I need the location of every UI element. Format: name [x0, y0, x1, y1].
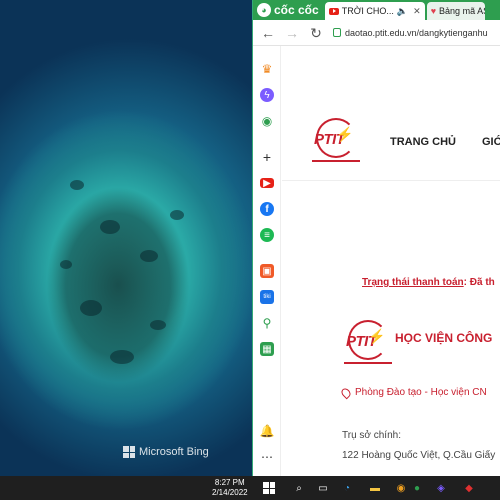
ptit-logo-small: PTIT ⚡: [342, 316, 394, 368]
microsoft-logo-icon: [123, 446, 135, 458]
url-field[interactable]: daotao.ptit.edu.vn/dangkytienganhu: [333, 28, 488, 38]
start-button[interactable]: [262, 481, 276, 495]
add-icon[interactable]: +: [260, 149, 274, 165]
close-tab-icon[interactable]: ✕: [413, 6, 421, 17]
shopping-bag-icon[interactable]: ▣: [260, 264, 274, 278]
brand-label: cốc cốc: [274, 3, 319, 17]
bing-credit: Microsoft Bing: [123, 446, 209, 458]
url-text: daotao.ptit.edu.vn/dangkytienganhu: [345, 27, 488, 38]
tab-bar: ◕ cốc cốc TRỜI CHO... 🔈 ✕ ♥ Bảng mã AS: [253, 0, 500, 20]
speaker-icon[interactable]: 🔈: [397, 6, 408, 17]
lock-icon: [333, 28, 341, 37]
clock-date: 2/14/2022: [212, 488, 248, 497]
taskbar: 8:27 PM 2/14/2022 ⌕ ▭ ◔ ▬ ◉ ● ◈ ◆: [0, 476, 500, 500]
spark-icon: ⚡: [368, 328, 386, 344]
payment-status: Trạng thái thanh toán: Đã th: [362, 277, 495, 288]
browser-sidebar: ♛ ϟ ◉ + ▶ f ≡ ▣ tiki ⚲ ▦ 🔔 ⋯: [253, 46, 281, 476]
file-explorer-icon[interactable]: ▬: [368, 481, 382, 495]
menu-item-home[interactable]: TRANG CHỦ: [390, 136, 456, 148]
office-text: Phòng Đào tạo - Học viện CN: [355, 387, 487, 398]
coccoc-taskbar-icon[interactable]: ●: [410, 481, 424, 495]
desktop-wallpaper: Microsoft Bing: [0, 0, 252, 476]
ptit-logo[interactable]: PTIT ⚡: [310, 114, 362, 166]
facebook-icon[interactable]: f: [260, 202, 274, 216]
spotify-icon[interactable]: ≡: [260, 228, 274, 242]
location-pin-icon: [339, 386, 353, 399]
address-bar: ← → ↻ daotao.ptit.edu.vn/dangkytienganhu: [253, 20, 500, 46]
site-header: PTIT ⚡ TRANG CHỦ GIỚ: [282, 46, 500, 181]
messenger-icon[interactable]: ϟ: [260, 88, 274, 102]
forward-icon[interactable]: →: [285, 20, 299, 46]
tiki-icon[interactable]: tiki: [260, 290, 274, 304]
game-icon[interactable]: ◉: [260, 114, 274, 128]
pin-icon[interactable]: ⚲: [260, 316, 274, 330]
youtube-icon[interactable]: ▶: [260, 178, 274, 189]
task-view-icon[interactable]: ▭: [316, 481, 330, 495]
tab-ascii[interactable]: ♥ Bảng mã AS: [426, 2, 485, 20]
back-icon[interactable]: ←: [261, 20, 275, 46]
coccoc-logo-icon: ◕: [257, 3, 271, 17]
spark-icon: ⚡: [336, 126, 354, 142]
bing-credit-label: Microsoft Bing: [139, 446, 209, 458]
main-menu: TRANG CHỦ GIỚ: [390, 136, 500, 148]
search-icon[interactable]: ⌕: [292, 481, 306, 495]
red-app-icon[interactable]: ◆: [462, 481, 476, 495]
page-content: PTIT ⚡ TRANG CHỦ GIỚ Trạng thái thanh to…: [282, 46, 500, 476]
institution-name: HỌC VIỆN CÔNG: [395, 331, 493, 345]
payment-status-value: : Đã th: [463, 277, 495, 288]
tab-title: Bảng mã AS: [439, 6, 485, 16]
crown-icon[interactable]: ♛: [260, 62, 274, 76]
sheet-icon[interactable]: ▦: [260, 342, 274, 356]
payment-status-label: Trạng thái thanh toán: [362, 277, 464, 288]
heart-icon: ♥: [430, 6, 437, 16]
tab-youtube[interactable]: TRỜI CHO... 🔈 ✕: [324, 2, 425, 20]
edge-icon[interactable]: ◔: [340, 481, 354, 495]
reload-icon[interactable]: ↻: [309, 20, 323, 46]
office-line: Phòng Đào tạo - Học viện CN: [339, 386, 487, 399]
windows-icon: [263, 482, 275, 494]
menu-item-intro[interactable]: GIỚ: [482, 136, 500, 148]
clock[interactable]: 8:27 PM 2/14/2022: [212, 478, 248, 498]
messenger-taskbar-icon[interactable]: ◈: [434, 481, 448, 495]
more-icon[interactable]: ⋯: [260, 450, 274, 464]
bell-icon[interactable]: 🔔: [260, 424, 275, 438]
browser-window: ◕ cốc cốc TRỜI CHO... 🔈 ✕ ♥ Bảng mã AS ←…: [252, 0, 500, 476]
tab-title: TRỜI CHO...: [341, 6, 394, 16]
hq-address: 122 Hoàng Quốc Việt, Q.Cầu Giấy: [342, 450, 496, 461]
coccoc-menu-button[interactable]: ◕ cốc cốc: [253, 0, 325, 20]
hq-label: Trụ sở chính:: [342, 430, 401, 441]
youtube-icon: [328, 7, 339, 15]
clock-time: 8:27 PM: [214, 478, 245, 487]
app-icon[interactable]: ◉: [394, 481, 408, 495]
